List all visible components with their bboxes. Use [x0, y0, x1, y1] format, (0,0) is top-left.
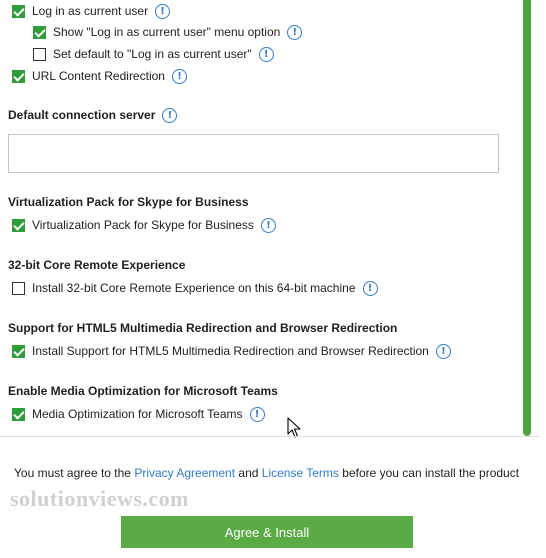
option-label: URL Content Redirection: [32, 69, 165, 83]
privacy-agreement-link[interactable]: Privacy Agreement: [134, 466, 235, 480]
option-teams[interactable]: Media Optimization for Microsoft Teams !: [12, 405, 265, 423]
html5-section-title: Support for HTML5 Multimedia Redirection…: [8, 321, 398, 335]
checkbox-icon[interactable]: [33, 25, 46, 39]
option-label: Show "Log in as current user" menu optio…: [53, 25, 281, 39]
info-icon[interactable]: !: [155, 3, 171, 19]
option-label: Virtualization Pack for Skype for Busine…: [32, 218, 254, 232]
option-label: Media Optimization for Microsoft Teams: [32, 407, 243, 421]
checkbox-icon[interactable]: [12, 218, 25, 232]
option-html5[interactable]: Install Support for HTML5 Multimedia Red…: [12, 342, 451, 360]
option-label: Set default to "Log in as current user": [53, 47, 252, 61]
agreement-and: and: [238, 466, 259, 480]
checkbox-icon[interactable]: [12, 344, 25, 358]
checkbox-icon[interactable]: [12, 407, 25, 421]
checkbox-icon[interactable]: [33, 47, 46, 61]
info-icon[interactable]: !: [249, 406, 265, 422]
option-login-current-user[interactable]: Log in as current user !: [12, 2, 171, 20]
option-core-remote[interactable]: Install 32-bit Core Remote Experience on…: [12, 279, 378, 297]
option-label: Install 32-bit Core Remote Experience on…: [32, 281, 356, 295]
checkbox-icon[interactable]: [12, 281, 25, 295]
section-title: Default connection server: [8, 108, 156, 122]
agreement-note: You must agree to the Privacy Agreement …: [14, 466, 519, 480]
checkbox-icon[interactable]: [12, 69, 25, 83]
license-terms-link[interactable]: License Terms: [262, 466, 339, 480]
skype-section-title: Virtualization Pack for Skype for Busine…: [8, 195, 249, 209]
default-connection-heading: Default connection server !: [8, 106, 178, 124]
info-icon[interactable]: !: [162, 107, 178, 123]
core-remote-section-title: 32-bit Core Remote Experience: [8, 258, 186, 272]
divider: [0, 436, 540, 437]
watermark: solutionviews.com: [10, 486, 189, 511]
option-url-redirection[interactable]: URL Content Redirection !: [12, 67, 187, 85]
option-label: Install Support for HTML5 Multimedia Red…: [32, 344, 429, 358]
teams-section-title: Enable Media Optimization for Microsoft …: [8, 384, 278, 398]
agreement-suffix: before you can install the product: [342, 466, 520, 480]
scrollbar-thumb[interactable]: [523, 0, 531, 436]
option-skype[interactable]: Virtualization Pack for Skype for Busine…: [12, 216, 276, 234]
info-icon[interactable]: !: [287, 24, 303, 40]
info-icon[interactable]: !: [435, 343, 451, 359]
agreement-prefix: You must agree to the: [14, 466, 131, 480]
option-label: Log in as current user: [32, 4, 149, 18]
info-icon[interactable]: !: [258, 46, 274, 62]
info-icon[interactable]: !: [260, 217, 276, 233]
info-icon[interactable]: !: [362, 280, 378, 296]
agree-install-button[interactable]: Agree & Install: [121, 516, 413, 548]
info-icon[interactable]: !: [171, 68, 187, 84]
checkbox-icon[interactable]: [12, 4, 25, 18]
option-set-default[interactable]: Set default to "Log in as current user" …: [33, 45, 274, 63]
default-connection-input[interactable]: [8, 134, 499, 173]
option-show-menu[interactable]: Show "Log in as current user" menu optio…: [33, 23, 303, 41]
